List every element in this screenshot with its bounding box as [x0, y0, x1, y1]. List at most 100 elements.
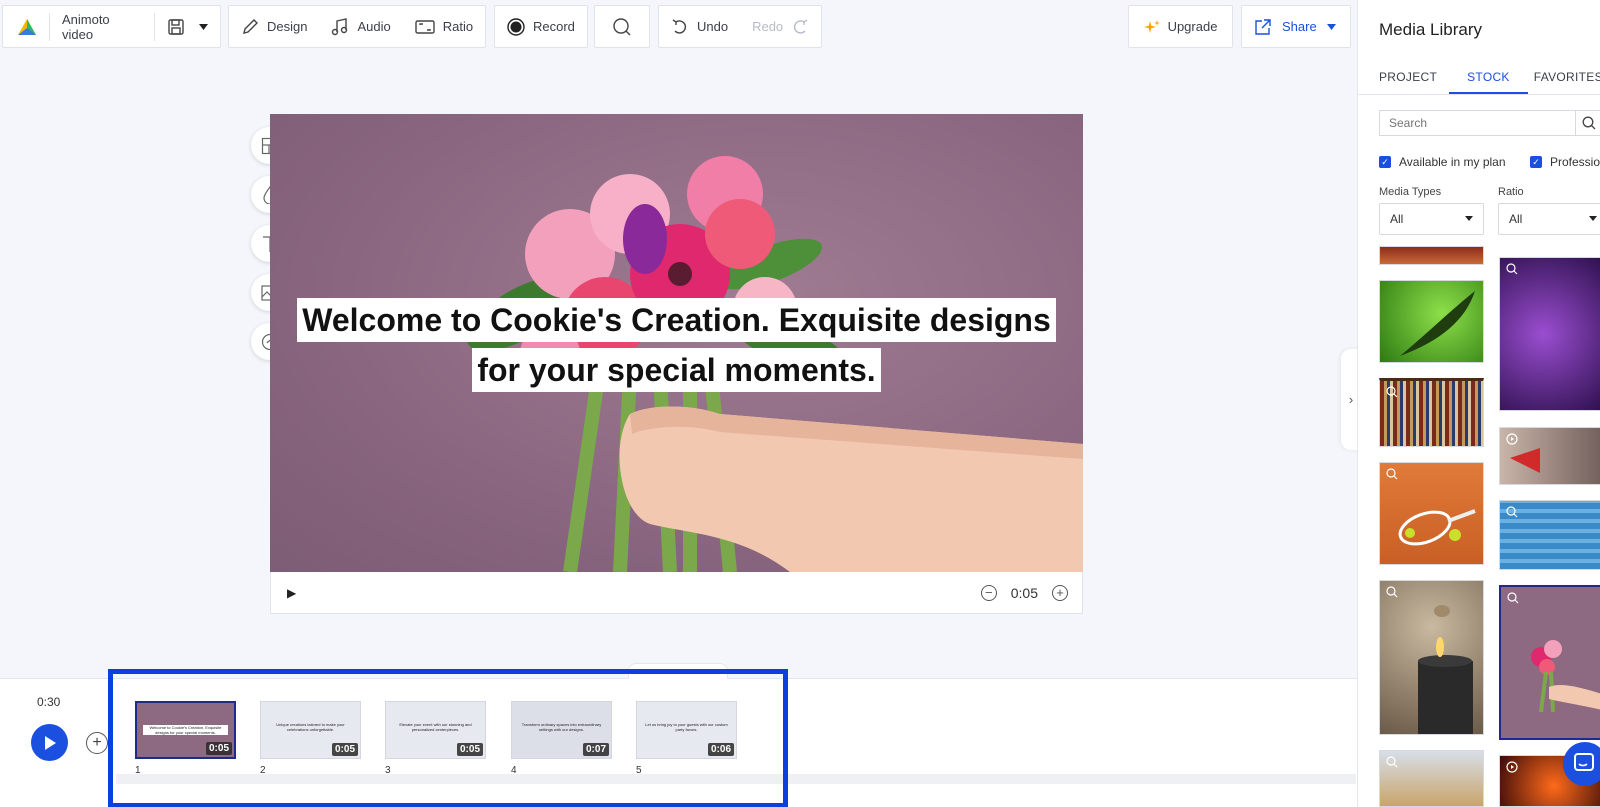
tab-project[interactable]: PROJECT	[1358, 64, 1449, 94]
redo-icon	[794, 18, 808, 34]
leaf-image	[1400, 291, 1475, 356]
caption-text-block[interactable]: Welcome to Cookie's Creation. Exquisite …	[270, 298, 1083, 392]
audio-button[interactable]: Audio	[319, 6, 402, 47]
media-search	[1379, 110, 1600, 136]
toolbar-record-group: Record	[494, 5, 588, 48]
project-name[interactable]: Animoto video	[50, 6, 154, 47]
upgrade-button[interactable]: Upgrade	[1128, 5, 1233, 48]
tabs-divider	[1358, 94, 1600, 95]
media-thumb-jellyfish[interactable]	[1499, 257, 1600, 411]
professional-checkbox[interactable]: ✓ Professional	[1530, 155, 1600, 169]
available-in-plan-checkbox[interactable]: ✓ Available in my plan	[1379, 155, 1506, 169]
search-button[interactable]	[600, 6, 644, 47]
zoom-in-icon	[1386, 586, 1398, 598]
save-button[interactable]	[155, 6, 220, 47]
zoom-in-icon	[1506, 263, 1518, 275]
ratio-select[interactable]: All	[1498, 203, 1600, 235]
zoom-in-icon	[1507, 592, 1519, 604]
media-thumb-leaf[interactable]	[1379, 280, 1484, 363]
media-thumb-bouquet-selected[interactable]	[1499, 585, 1600, 740]
total-time: 0:30	[37, 695, 61, 709]
save-icon	[168, 18, 184, 35]
timeline: 0:30 + Welcome to Cookie's Creation. Exq…	[0, 663, 1357, 807]
search-icon	[613, 17, 631, 35]
record-button[interactable]: Record	[495, 6, 587, 47]
caret-down-icon	[1326, 23, 1336, 30]
zoom-in-icon	[1506, 506, 1518, 518]
play-video-button[interactable]	[31, 724, 68, 761]
professional-label: Professional	[1550, 155, 1600, 169]
play-circle-icon	[1506, 761, 1518, 773]
toolbar-history-group: Undo Redo	[658, 5, 822, 48]
media-library-tabs: PROJECT STOCK FAVORITES	[1358, 64, 1600, 94]
animoto-logo[interactable]	[3, 6, 49, 47]
undo-button[interactable]: Undo	[659, 6, 740, 47]
undo-label: Undo	[697, 19, 729, 34]
redo-label: Redo	[752, 19, 784, 34]
video-canvas[interactable]: Welcome to Cookie's Creation. Exquisite …	[270, 114, 1083, 572]
media-thumb-tennis[interactable]	[1379, 462, 1484, 565]
share-icon	[1255, 18, 1271, 35]
toolbar-left-group: Animoto video	[2, 5, 221, 48]
undo-icon	[672, 18, 687, 34]
media-library-title: Media Library	[1379, 20, 1482, 39]
decrease-duration-button[interactable]: −	[980, 584, 997, 601]
upgrade-label: Upgrade	[1167, 19, 1218, 34]
checkbox-checked-icon: ✓	[1379, 156, 1391, 168]
media-thumb-candles[interactable]	[1379, 580, 1484, 735]
ratio-button[interactable]: Ratio	[403, 6, 485, 47]
chat-support-button[interactable]	[1563, 742, 1600, 786]
media-search-input[interactable]	[1380, 116, 1575, 130]
tab-favorites[interactable]: FAVORITES	[1528, 64, 1600, 94]
media-thumb-stadium[interactable]	[1499, 500, 1600, 570]
aspect-ratio-icon	[415, 19, 435, 34]
caret-down-icon	[199, 23, 208, 30]
share-button-inner[interactable]: Share	[1242, 6, 1348, 47]
ratio-label: Ratio	[442, 19, 474, 34]
record-label: Record	[533, 19, 575, 34]
share-button[interactable]: Share	[1241, 5, 1351, 48]
zoom-in-icon	[1386, 756, 1398, 768]
media-library-panel: Media Library PROJECT STOCK FAVORITES ✓ …	[1357, 0, 1600, 807]
canvas-playbar: ▶ − 0:05 +	[270, 572, 1083, 614]
increase-duration-button[interactable]: +	[1052, 584, 1068, 601]
duration-controls: − 0:05 +	[980, 584, 1068, 601]
pencil-icon	[243, 18, 258, 34]
upgrade-button-inner[interactable]: Upgrade	[1132, 6, 1230, 47]
music-note-icon	[332, 17, 348, 35]
ratio-filter-label: Ratio	[1498, 186, 1524, 198]
media-thumb-bookshelf[interactable]	[1379, 378, 1484, 447]
scenes-highlight-box	[108, 669, 788, 807]
checkbox-checked-icon: ✓	[1530, 156, 1542, 168]
chat-icon	[1574, 753, 1594, 771]
available-in-plan-label: Available in my plan	[1399, 155, 1506, 169]
chevron-right-icon: ›	[1348, 392, 1354, 407]
search-icon	[1582, 116, 1595, 130]
media-thumb-cathedral[interactable]	[1379, 750, 1484, 807]
ratio-value: All	[1509, 212, 1523, 226]
redo-button[interactable]: Redo	[740, 6, 821, 47]
animoto-logo-icon	[18, 18, 36, 35]
add-scene-button[interactable]: +	[86, 732, 108, 754]
share-label: Share	[1282, 19, 1317, 34]
media-search-button[interactable]	[1575, 111, 1600, 135]
caption-line-1: Welcome to Cookie's Creation. Exquisite …	[297, 298, 1056, 342]
candles-image	[1418, 605, 1473, 734]
zoom-in-icon	[1386, 386, 1398, 398]
media-types-label: Media Types	[1379, 186, 1442, 198]
play-scene-button[interactable]: ▶	[287, 586, 296, 600]
toolbar-edit-group: Design Audio Ratio	[228, 5, 486, 48]
media-types-select[interactable]: All	[1379, 203, 1484, 235]
toolbar-search-group	[594, 5, 650, 48]
scene-duration: 0:05	[1010, 584, 1038, 601]
tab-stock[interactable]: STOCK	[1449, 64, 1528, 94]
design-button[interactable]: Design	[229, 6, 319, 47]
design-label: Design	[267, 19, 308, 34]
media-thumb-temple[interactable]	[1379, 246, 1484, 265]
play-icon	[44, 735, 56, 750]
sparkle-icon	[1143, 19, 1160, 33]
media-thumb-flag-video[interactable]	[1499, 427, 1600, 485]
caret-down-icon	[1465, 216, 1473, 221]
record-icon	[507, 17, 525, 36]
media-types-value: All	[1390, 212, 1404, 226]
